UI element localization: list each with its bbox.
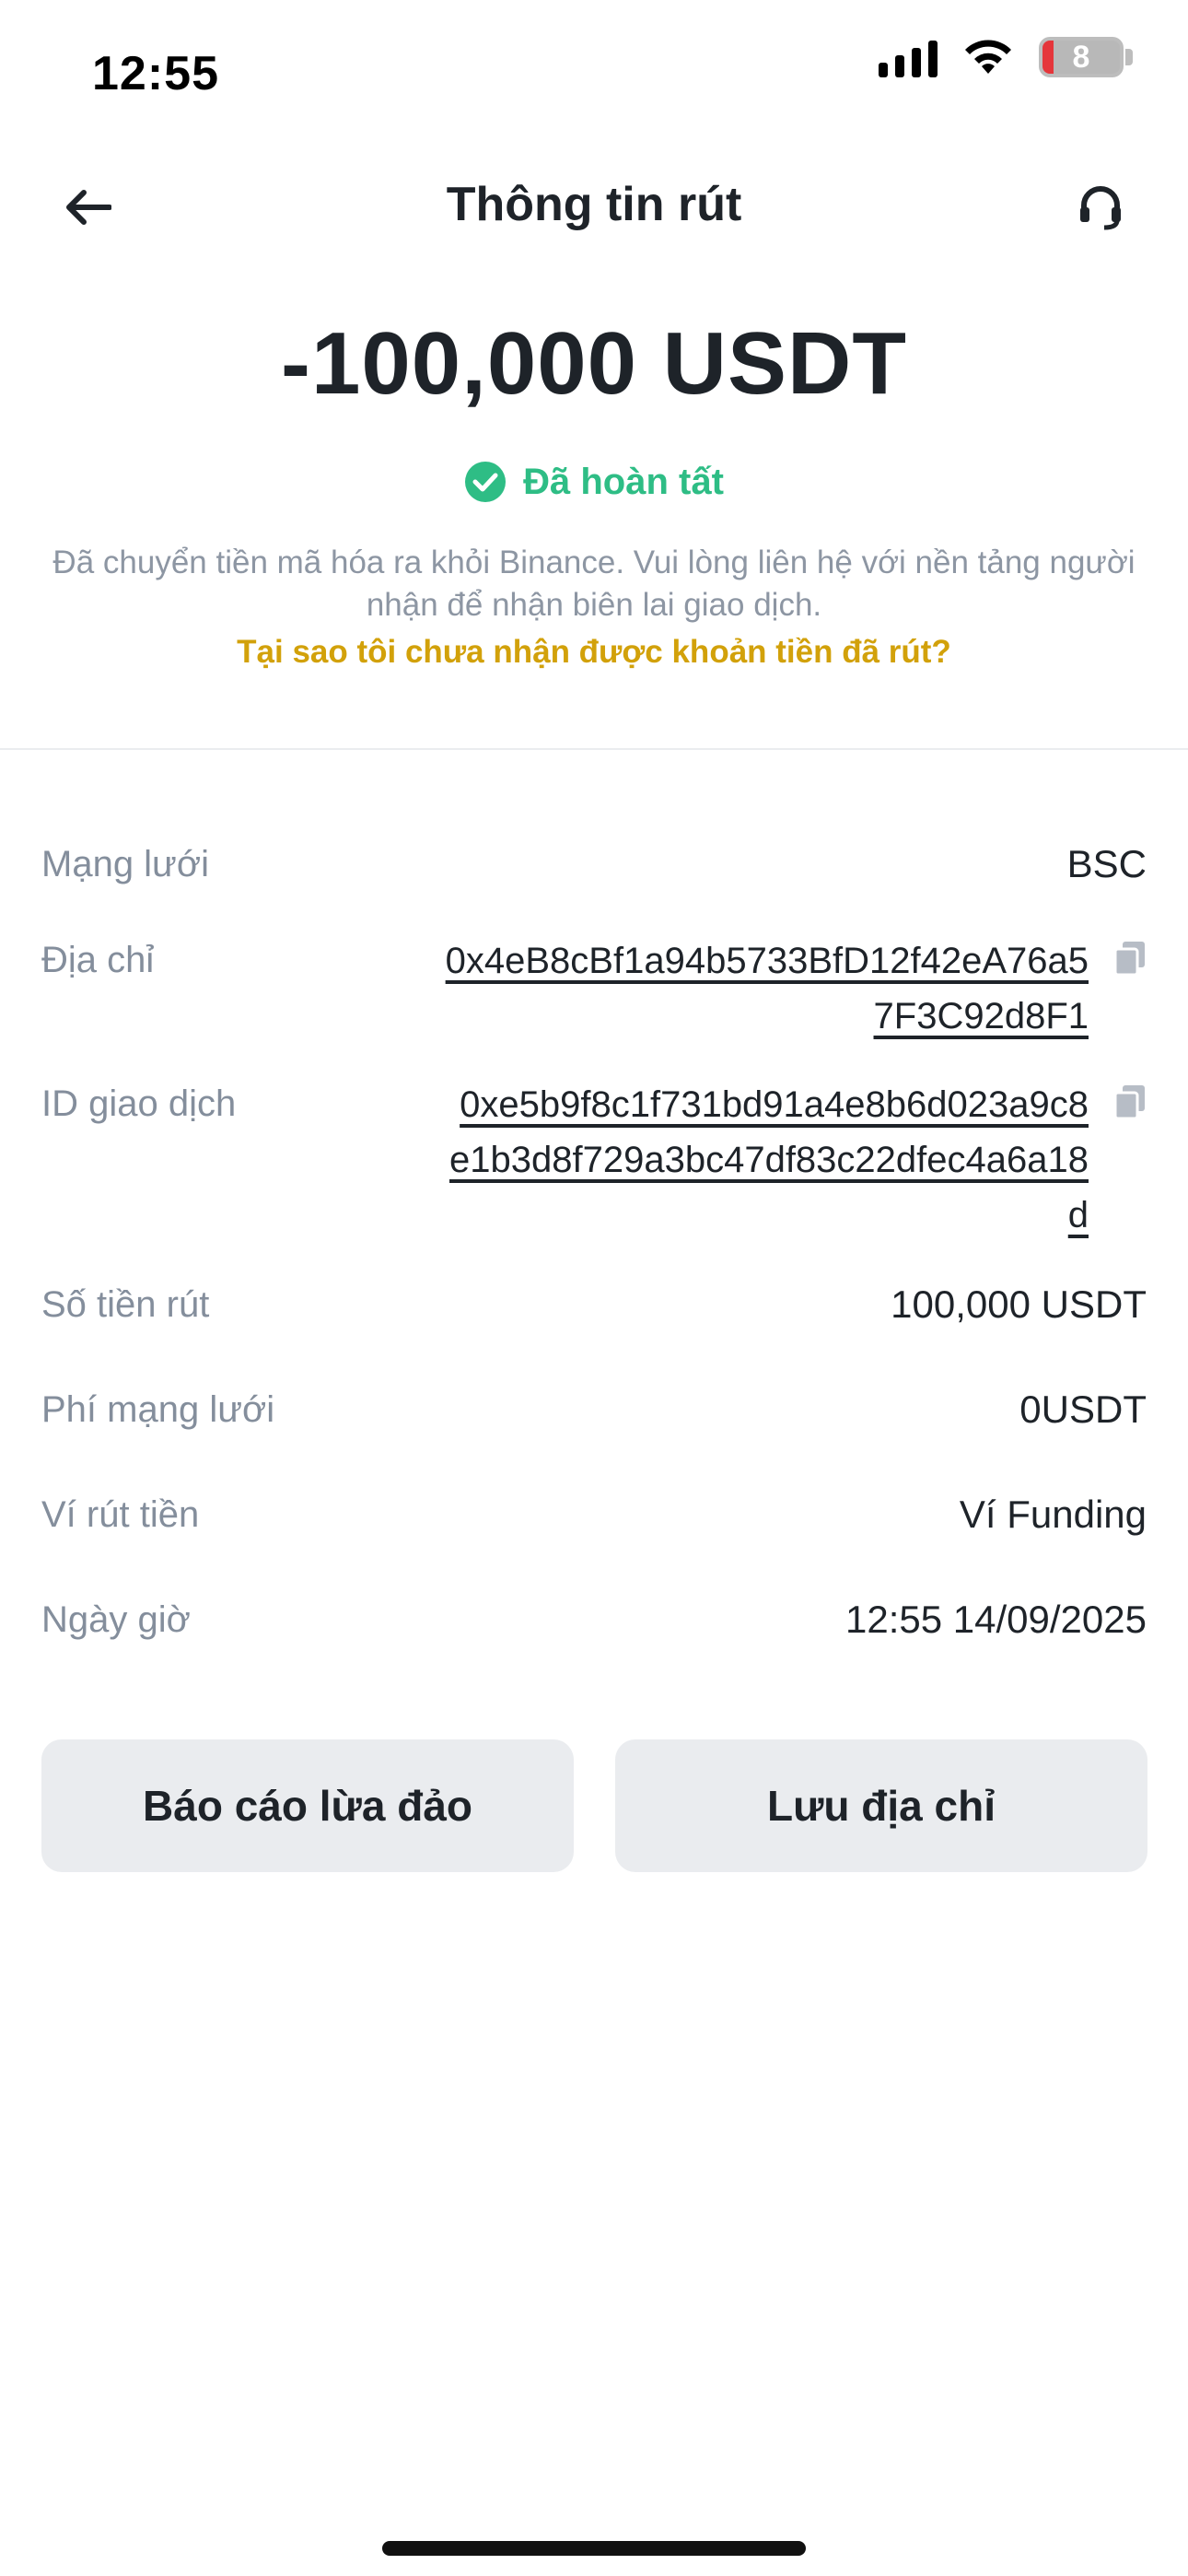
address-label: Địa chỉ xyxy=(41,940,155,980)
status-line: Đã hoàn tất xyxy=(0,461,1188,503)
page-title: Thông tin rút xyxy=(446,178,742,231)
copy-icon[interactable] xyxy=(1113,1083,1147,1120)
amount-label: Số tiền rút xyxy=(41,1284,210,1325)
copy-icon[interactable] xyxy=(1113,940,1147,977)
wallet-label: Ví rút tiền xyxy=(41,1494,200,1535)
status-time: 12:55 xyxy=(92,47,219,100)
txid-label: ID giao dịch xyxy=(41,1083,237,1124)
save-address-button[interactable]: Lưu địa chỉ xyxy=(615,1739,1147,1872)
status-icons: 8 xyxy=(879,37,1133,77)
report-scam-button[interactable]: Báo cáo lừa đảo xyxy=(41,1739,574,1872)
datetime-label: Ngày giờ xyxy=(41,1599,191,1640)
battery-fill xyxy=(1042,41,1054,74)
battery-icon: 8 xyxy=(1039,37,1133,77)
battery-level: 8 xyxy=(1072,39,1090,75)
check-circle-icon xyxy=(465,462,507,502)
description-text: Đã chuyển tiền mã hóa ra khỏi Binance. V… xyxy=(52,544,1136,623)
address-value[interactable]: 0x4eB8cBf1a94b5733BfD12f42eA76a57F3C92d8… xyxy=(444,933,1089,1044)
txid-value[interactable]: 0xe5b9f8c1f731bd91a4e8b6d023a9c8e1b3d8f7… xyxy=(444,1077,1089,1243)
signal-icon xyxy=(879,37,938,77)
support-button[interactable] xyxy=(1068,175,1133,240)
amount-value: 100,000 USDT xyxy=(891,1282,1147,1326)
status-text: Đã hoàn tất xyxy=(523,461,724,502)
headset-icon xyxy=(1080,186,1121,230)
wallet-value: Ví Funding xyxy=(959,1493,1147,1536)
header: Thông tin rút xyxy=(0,157,1188,258)
battery-body: 8 xyxy=(1039,37,1124,77)
battery-cap xyxy=(1125,49,1133,65)
home-indicator[interactable] xyxy=(382,2541,806,2556)
withdraw-amount: -100,000 USDT xyxy=(281,314,907,413)
divider xyxy=(0,748,1188,750)
network-label: Mạng lưới xyxy=(41,844,209,884)
datetime-value: 12:55 14/09/2025 xyxy=(845,1598,1147,1641)
help-link[interactable]: Tại sao tôi chưa nhận được khoản tiền đã… xyxy=(0,634,1188,671)
network-value: BSC xyxy=(1066,842,1147,885)
fee-value: 0USDT xyxy=(1019,1388,1147,1431)
fee-label: Phí mạng lưới xyxy=(41,1389,275,1430)
wifi-icon xyxy=(965,40,1011,74)
status-bar: 12:55 8 xyxy=(0,0,1188,138)
